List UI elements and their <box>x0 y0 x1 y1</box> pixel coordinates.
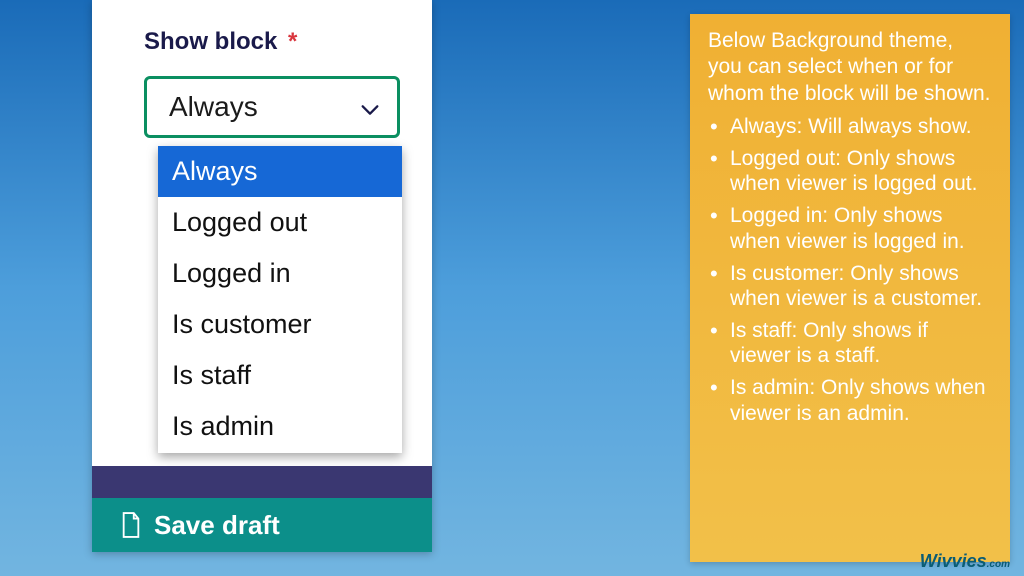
brand-ext: .com <box>987 559 1010 570</box>
info-bullet: Always: Will always show. <box>710 114 992 139</box>
save-draft-label: Save draft <box>154 510 280 541</box>
info-bullet: Is admin: Only shows when viewer is an a… <box>710 375 992 425</box>
option-is-admin[interactable]: Is admin <box>158 401 402 452</box>
divider-bar <box>92 466 432 498</box>
option-is-staff[interactable]: Is staff <box>158 350 402 401</box>
select-value: Always <box>169 91 258 123</box>
option-logged-in[interactable]: Logged in <box>158 248 402 299</box>
required-asterisk: * <box>288 28 297 55</box>
info-list: Always: Will always show. Logged out: On… <box>708 114 992 426</box>
option-logged-out[interactable]: Logged out <box>158 197 402 248</box>
info-bullet: Logged out: Only shows when viewer is lo… <box>710 146 992 196</box>
info-bullet: Logged in: Only shows when viewer is log… <box>710 203 992 253</box>
brand-name: Wivvies <box>920 551 987 571</box>
field-label: Show block * <box>144 28 297 56</box>
info-lead: Below Background theme, you can select w… <box>708 28 992 107</box>
chevron-down-icon <box>359 96 381 118</box>
form-card: Show block * Always Always Logged out Lo… <box>92 0 432 552</box>
option-is-customer[interactable]: Is customer <box>158 299 402 350</box>
save-draft-button[interactable]: Save draft <box>92 498 432 552</box>
show-block-dropdown: Always Logged out Logged in Is customer … <box>158 146 402 453</box>
info-bullet: Is staff: Only shows if viewer is a staf… <box>710 318 992 368</box>
option-always[interactable]: Always <box>158 146 402 197</box>
field-label-text: Show block <box>144 28 277 55</box>
brand-logo: Wivvies.com <box>920 551 1010 572</box>
info-panel: Below Background theme, you can select w… <box>690 14 1010 562</box>
show-block-select[interactable]: Always <box>144 76 400 138</box>
document-icon <box>120 511 142 539</box>
info-bullet: Is customer: Only shows when viewer is a… <box>710 261 992 311</box>
